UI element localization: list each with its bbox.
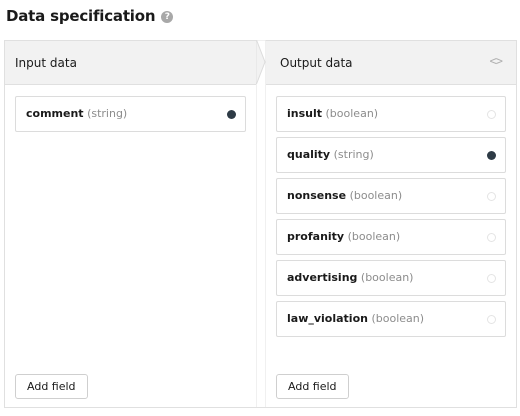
- field-type: (boolean): [349, 189, 403, 202]
- selected-dot-icon[interactable]: [227, 110, 236, 119]
- input-panel-header: Input data: [5, 41, 256, 85]
- help-icon[interactable]: ?: [161, 11, 174, 23]
- panel-connector: [256, 40, 266, 408]
- connector-chevron-icon: [256, 40, 266, 408]
- field-item[interactable]: law_violation (boolean): [276, 301, 506, 337]
- title-row: Data specification ?: [6, 6, 174, 26]
- field-item[interactable]: profanity (boolean): [276, 219, 506, 255]
- field-item[interactable]: comment (string): [15, 96, 246, 132]
- code-view-icon[interactable]: <>: [490, 54, 503, 68]
- output-field-list: insult (boolean) quality (string) nonsense…: [276, 96, 506, 342]
- field-type: (boolean): [360, 271, 414, 284]
- field-type: (string): [87, 107, 128, 120]
- field-name: law_violation: [287, 312, 368, 325]
- field-name: advertising: [287, 271, 358, 284]
- input-field-list: comment (string): [15, 96, 246, 137]
- field-name: insult: [287, 107, 323, 120]
- field-type: (boolean): [347, 230, 401, 243]
- input-add-field-button[interactable]: Add field: [15, 374, 88, 399]
- page-title: Data specification: [6, 7, 156, 25]
- unselected-dot-icon[interactable]: [487, 233, 496, 242]
- output-panel-title: Output data: [280, 56, 353, 70]
- output-add-field-button[interactable]: Add field: [276, 374, 349, 399]
- field-item[interactable]: quality (string): [276, 137, 506, 173]
- unselected-dot-icon[interactable]: [487, 315, 496, 324]
- selected-dot-icon[interactable]: [487, 151, 496, 160]
- field-type: (boolean): [371, 312, 425, 325]
- input-data-panel: Input data comment (string) Add field: [4, 40, 256, 408]
- output-panel-header: Output data <>: [266, 41, 516, 85]
- field-name: comment: [26, 107, 84, 120]
- field-item[interactable]: insult (boolean): [276, 96, 506, 132]
- field-type: (string): [333, 148, 374, 161]
- input-panel-title: Input data: [15, 56, 77, 70]
- field-name: quality: [287, 148, 331, 161]
- field-item[interactable]: nonsense (boolean): [276, 178, 506, 214]
- unselected-dot-icon[interactable]: [487, 192, 496, 201]
- output-data-panel: Output data <> insult (boolean) quality (…: [266, 40, 517, 408]
- field-name: profanity: [287, 230, 345, 243]
- unselected-dot-icon[interactable]: [487, 110, 496, 119]
- unselected-dot-icon[interactable]: [487, 274, 496, 283]
- field-name: nonsense: [287, 189, 347, 202]
- field-item[interactable]: advertising (boolean): [276, 260, 506, 296]
- field-type: (boolean): [325, 107, 379, 120]
